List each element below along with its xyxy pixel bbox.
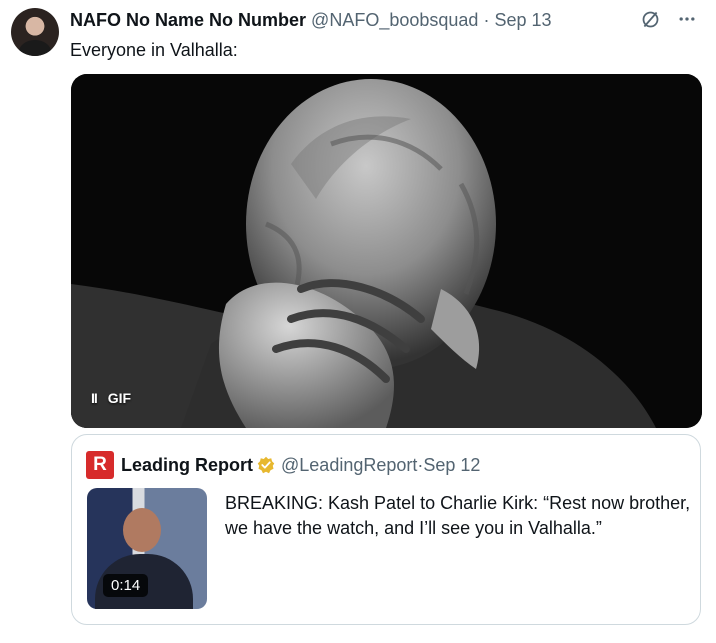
- tweet-header: NAFO No Name No Number @NAFO_boobsquad ·…: [70, 10, 696, 32]
- more-icon[interactable]: [676, 8, 698, 30]
- quoted-tweet-text: BREAKING: Kash Patel to Charlie Kirk: “R…: [225, 493, 691, 538]
- tweet-date[interactable]: Sep 13: [494, 10, 551, 30]
- quoted-tweet-card[interactable]: R Leading Report @LeadingReport · Sep 12…: [71, 434, 701, 625]
- quoted-author-handle[interactable]: @LeadingReport: [281, 455, 417, 476]
- author-name[interactable]: NAFO No Name No Number: [70, 10, 306, 30]
- author-handle[interactable]: @NAFO_boobsquad: [311, 10, 478, 30]
- video-thumbnail[interactable]: 0:14: [87, 488, 207, 609]
- profile-avatar[interactable]: [11, 8, 59, 56]
- gif-badge: GIF: [107, 390, 132, 406]
- gif-image: [71, 74, 702, 428]
- separator: ·: [483, 10, 490, 30]
- quoted-date[interactable]: Sep 12: [423, 455, 480, 476]
- quoted-author-name[interactable]: Leading Report: [121, 455, 253, 476]
- leading-report-logo: R: [86, 451, 114, 479]
- grok-icon[interactable]: [639, 8, 661, 30]
- quoted-tweet-header: R Leading Report @LeadingReport · Sep 12: [86, 451, 480, 479]
- tweet-actions: [639, 8, 698, 30]
- quoted-tweet-body: 0:14 BREAKING: Kash Patel to Charlie Kir…: [87, 488, 690, 612]
- verified-badge-icon: [257, 456, 275, 474]
- video-duration: 0:14: [103, 574, 149, 597]
- pause-icon[interactable]: II: [91, 390, 98, 406]
- tweet-text: Everyone in Valhalla:: [70, 40, 238, 60]
- gif-control-label: II GIF: [91, 390, 131, 406]
- gif-media[interactable]: [71, 74, 702, 428]
